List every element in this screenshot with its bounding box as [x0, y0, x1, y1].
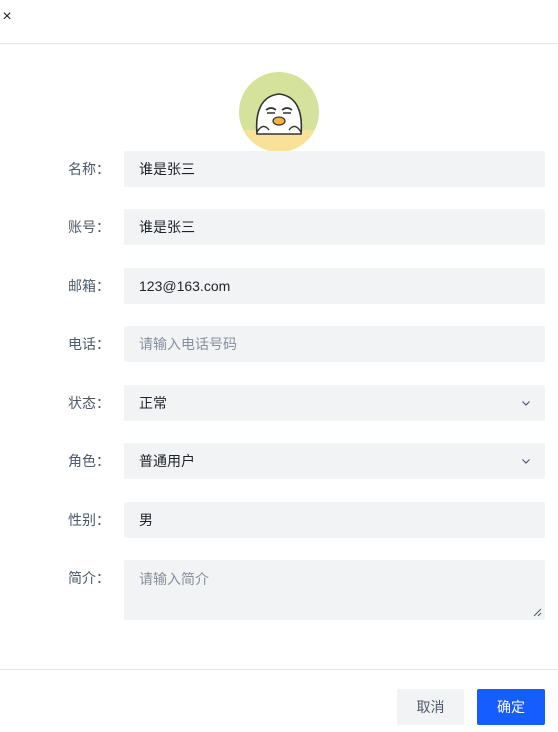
name-input[interactable] — [124, 151, 545, 187]
intro-textarea[interactable] — [124, 560, 545, 620]
role-selected-value: 普通用户 — [139, 453, 195, 469]
gender-label: 性别： — [68, 512, 110, 528]
avatar[interactable] — [239, 72, 319, 152]
chevron-down-icon — [522, 459, 530, 464]
form-row-email: 邮箱： — [0, 268, 558, 304]
role-label: 角色： — [68, 453, 110, 469]
phone-label: 电话： — [68, 336, 110, 352]
form-row-role: 角色： 普通用户 — [0, 443, 558, 479]
email-label: 邮箱： — [68, 278, 110, 294]
intro-label: 简介： — [68, 570, 110, 586]
name-label: 名称： — [68, 161, 110, 177]
name-field[interactable] — [124, 151, 545, 187]
intro-field[interactable] — [124, 560, 545, 620]
dialog-footer — [0, 669, 558, 732]
email-input[interactable] — [124, 268, 545, 304]
form-row-name: 名称： — [0, 151, 558, 187]
account-field[interactable] — [124, 209, 545, 245]
phone-input[interactable] — [124, 326, 545, 362]
resize-handle-icon[interactable] — [532, 607, 542, 617]
form-row-gender: 性别： — [0, 502, 558, 538]
form-row-account: 账号： — [0, 209, 558, 245]
status-select[interactable]: 正常 — [124, 385, 545, 421]
form-row-phone: 电话： — [0, 326, 558, 362]
form-row-status: 状态： 正常 — [0, 385, 558, 421]
email-field[interactable] — [124, 268, 545, 304]
account-label: 账号： — [68, 219, 110, 235]
confirm-button[interactable]: 确定 — [477, 689, 545, 725]
account-input[interactable] — [124, 209, 545, 245]
phone-field[interactable] — [124, 326, 545, 362]
close-icon[interactable]: × — [0, 8, 14, 26]
dialog-header: × — [0, 0, 558, 44]
avatar-image — [239, 72, 319, 152]
status-selected-value: 正常 — [139, 395, 167, 411]
chevron-down-icon — [522, 401, 530, 406]
gender-input[interactable] — [124, 502, 545, 538]
status-label: 状态： — [68, 395, 110, 411]
cancel-button[interactable]: 取消 — [397, 689, 464, 725]
gender-field[interactable] — [124, 502, 545, 538]
role-select[interactable]: 普通用户 — [124, 443, 545, 479]
